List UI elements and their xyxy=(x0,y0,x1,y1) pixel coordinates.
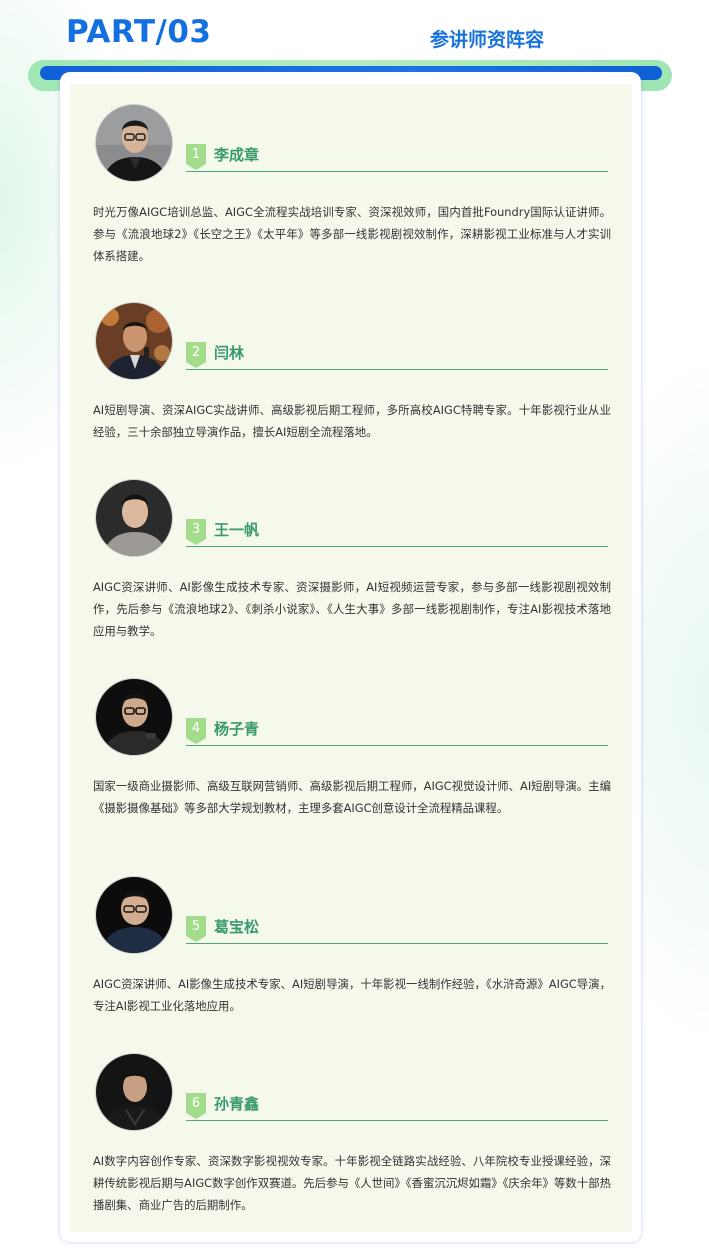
badge-icon: 3 xyxy=(186,519,206,545)
speaker-name: 闫林 xyxy=(214,344,245,362)
badge-icon: 2 xyxy=(186,342,206,368)
speaker-avatar-5 xyxy=(95,876,173,954)
speaker-number: 4 xyxy=(191,721,201,736)
speaker-number: 2 xyxy=(191,345,201,360)
speaker-avatar-4 xyxy=(95,678,173,756)
speaker-bio: AIGC资深讲师、AI影像生成技术专家、资深摄影师，AI短视频运营专家，参与多部… xyxy=(93,580,611,638)
speaker-name: 杨子青 xyxy=(214,720,260,738)
name-divider xyxy=(186,171,608,172)
speaker-bio: AI数字内容创作专家、资深数字影视视效专家。十年影视全链路实战经验、八年院校专业… xyxy=(93,1154,611,1212)
speaker-number: 1 xyxy=(191,147,201,162)
speaker-avatar-3 xyxy=(95,479,173,557)
speaker-bio: 国家一级商业摄影师、高级互联网营销师、高级影视后期工程师，AIGC视觉设计师、A… xyxy=(93,779,611,815)
speaker-name: 王一帆 xyxy=(214,521,260,539)
speaker-avatar-6 xyxy=(95,1053,173,1131)
speaker-number: 5 xyxy=(191,919,201,934)
part-label: PART/03 xyxy=(66,14,212,50)
speaker-number: 3 xyxy=(191,522,201,537)
speaker-name: 李成章 xyxy=(214,146,260,164)
badge-icon: 5 xyxy=(186,916,206,942)
speaker-bio: 时光万像AIGC培训总监、AIGC全流程实战培训专家、资深视效师，国内首批Fou… xyxy=(93,205,611,263)
name-divider xyxy=(186,1120,608,1121)
speaker-name: 葛宝松 xyxy=(214,918,260,936)
speaker-number: 6 xyxy=(191,1096,201,1111)
badge-icon: 6 xyxy=(186,1093,206,1119)
speaker-avatar-2 xyxy=(95,302,173,380)
name-divider xyxy=(186,745,608,746)
speaker-bio: AI短剧导演、资深AIGC实战讲师、高级影视后期工程师，多所高校AIGC特聘专家… xyxy=(93,403,611,439)
badge-icon: 4 xyxy=(186,718,206,744)
name-divider xyxy=(186,546,608,547)
name-divider xyxy=(186,369,608,370)
section-title: 参讲师资阵容 xyxy=(430,29,545,51)
speaker-name: 孙青鑫 xyxy=(214,1095,260,1113)
speaker-avatar-1 xyxy=(95,104,173,182)
speaker-bio: AIGC资深讲师、AI影像生成技术专家、AI短剧导演，十年影视一线制作经验，《水… xyxy=(93,977,611,1013)
badge-icon: 1 xyxy=(186,144,206,170)
name-divider xyxy=(186,943,608,944)
